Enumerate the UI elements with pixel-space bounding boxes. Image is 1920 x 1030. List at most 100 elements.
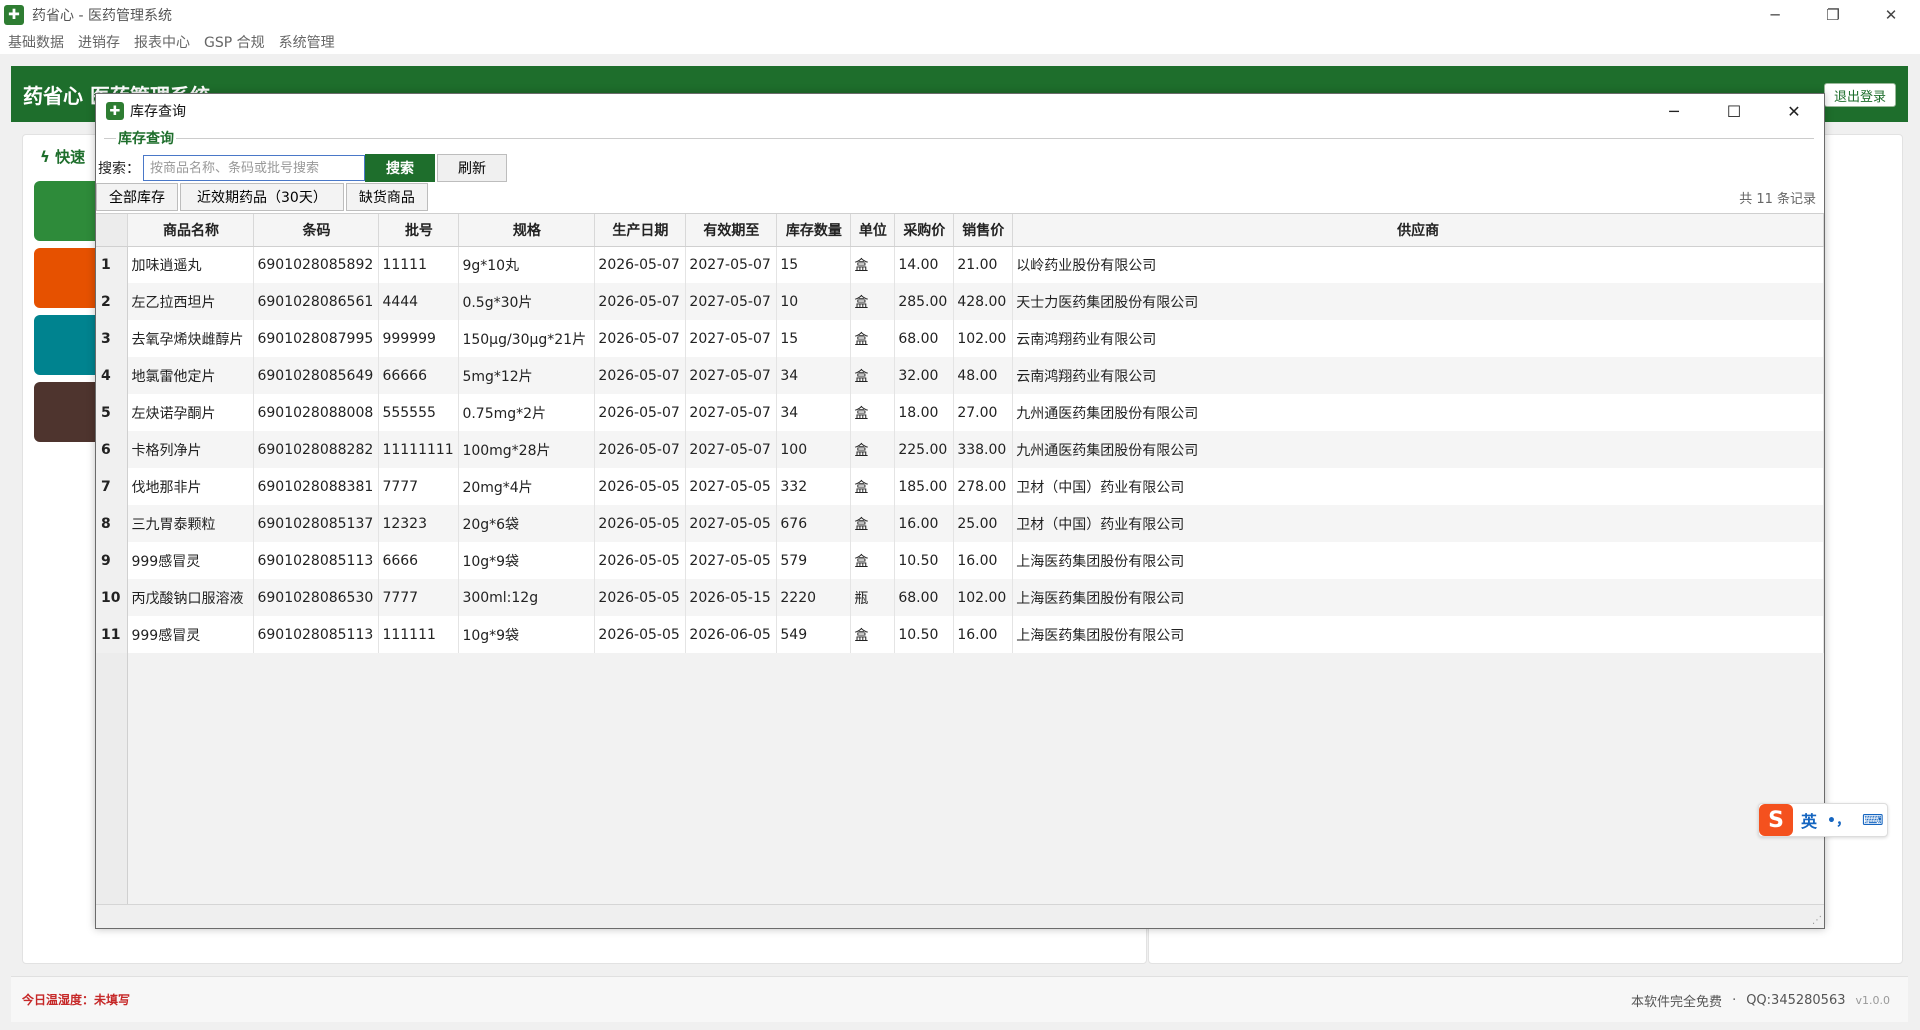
quick-actions-label: ϟ 快速 [40, 148, 86, 166]
cell-quantity: 2220 [776, 579, 852, 616]
menu-item-reports[interactable]: 报表中心 [134, 32, 190, 52]
col-header-purchase-price[interactable]: 采购价 [894, 214, 955, 247]
menu-item-system[interactable]: 系统管理 [279, 32, 335, 52]
close-icon[interactable]: ✕ [1862, 0, 1920, 30]
window-title-bar: ✚ 药省心 - 医药管理系统 ─ ❐ ✕ [0, 0, 1920, 30]
refresh-button[interactable]: 刷新 [437, 154, 507, 182]
col-header-unit[interactable]: 单位 [850, 214, 896, 247]
menu-item-gsp[interactable]: GSP 合规 [204, 32, 265, 52]
quick-tile-4[interactable] [34, 382, 104, 442]
cell-batch: 7777 [378, 468, 460, 505]
cell-supplier: 卫材（中国）药业有限公司 [1012, 468, 1824, 505]
cell-expiry: 2026-05-15 [685, 579, 778, 616]
cell-spec: 300ml:12g [458, 579, 596, 616]
cell-sale-price: 48.00 [953, 357, 1014, 394]
table-row[interactable]: 11 999感冒灵 6901028085113 111111 10g*9袋 2026-05… [96, 616, 1824, 653]
maximize-icon[interactable]: ☐ [1704, 94, 1764, 128]
plus-cross-icon: ✚ [4, 5, 24, 25]
cell-quantity: 34 [776, 357, 852, 394]
cell-sale-price: 27.00 [953, 394, 1014, 431]
table-row[interactable]: 7 伐地那非片 6901028088381 7777 20mg*4片 2026-05-05… [96, 468, 1824, 505]
cell-barcode: 6901028086530 [253, 579, 380, 616]
cell-production-date: 2026-05-07 [594, 283, 687, 320]
cell-purchase-price: 10.50 [894, 616, 955, 653]
table-row[interactable]: 6 卡格列净片 6901028088282 11111111 100mg*28片 2026… [96, 431, 1824, 468]
ime-punct-toggle[interactable]: •， [1827, 810, 1850, 830]
tab-all-stock[interactable]: 全部库存 [96, 183, 178, 211]
cell-sale-price: 102.00 [953, 320, 1014, 357]
cell-quantity: 15 [776, 320, 852, 357]
cell-unit: 盒 [850, 246, 896, 283]
cell-sale-price: 16.00 [953, 616, 1014, 653]
search-button[interactable]: 搜索 [365, 154, 435, 182]
logout-button[interactable]: 退出登录 [1824, 83, 1896, 107]
dialog-status-bar: ⋰ [96, 904, 1824, 928]
ime-toolbar[interactable]: S 英 •， ⌨ [1758, 803, 1888, 837]
col-header-name[interactable]: 商品名称 [127, 214, 255, 247]
table-row[interactable]: 10 丙戊酸钠口服溶液 6901028086530 7777 300ml:12g 2026… [96, 579, 1824, 616]
minimize-icon[interactable]: ─ [1746, 0, 1804, 30]
quick-tile-3[interactable] [34, 315, 104, 375]
cell-name: 丙戊酸钠口服溶液 [127, 579, 255, 616]
cell-sale-price: 102.00 [953, 579, 1014, 616]
restore-icon[interactable]: ❐ [1804, 0, 1862, 30]
tab-out-of-stock[interactable]: 缺货商品 [345, 183, 428, 211]
cell-spec: 10g*9袋 [458, 616, 596, 653]
menu-bar: 基础数据 进销存 报表中心 GSP 合规 系统管理 [0, 30, 1920, 54]
cell-purchase-price: 68.00 [894, 320, 955, 357]
dialog-title-bar: ✚ 库存查询 ─ ☐ ✕ [96, 94, 1824, 128]
close-icon[interactable]: ✕ [1764, 94, 1824, 128]
cell-expiry: 2027-05-05 [685, 542, 778, 579]
cell-batch: 999999 [378, 320, 460, 357]
cell-expiry: 2027-05-07 [685, 246, 778, 283]
cell-supplier: 云南鸿翔药业有限公司 [1012, 320, 1824, 357]
status-footer: 今日温湿度：未填写 本软件完全免费 · QQ:345280563 v1.0.0 [11, 976, 1908, 1022]
col-header-production-date[interactable]: 生产日期 [594, 214, 687, 247]
keyboard-icon[interactable]: ⌨ [1862, 811, 1884, 829]
row-index: 9 [96, 542, 129, 579]
cell-expiry: 2027-05-07 [685, 431, 778, 468]
cell-name: 999感冒灵 [127, 616, 255, 653]
row-index: 5 [96, 394, 129, 431]
table-row[interactable]: 4 地氯雷他定片 6901028085649 66666 5mg*12片 2026-05-… [96, 357, 1824, 394]
cell-batch: 111111 [378, 616, 460, 653]
cell-spec: 0.5g*30片 [458, 283, 596, 320]
col-header-sale-price[interactable]: 销售价 [953, 214, 1014, 247]
row-index: 2 [96, 283, 129, 320]
row-index: 6 [96, 431, 129, 468]
cell-spec: 100mg*28片 [458, 431, 596, 468]
quick-tile-1[interactable] [34, 181, 104, 241]
tab-near-expiry[interactable]: 近效期药品（30天） [180, 183, 344, 211]
table-row[interactable]: 1 加味逍遥丸 6901028085892 11111 9g*10丸 2026-05-07… [96, 246, 1824, 283]
quick-tile-2[interactable] [34, 248, 104, 308]
cell-unit: 盒 [850, 394, 896, 431]
table-row[interactable]: 5 左炔诺孕酮片 6901028088008 555555 0.75mg*2片 2026-… [96, 394, 1824, 431]
search-input[interactable] [143, 155, 365, 181]
col-header-spec[interactable]: 规格 [458, 214, 596, 247]
menu-item-basic-data[interactable]: 基础数据 [8, 32, 64, 52]
cell-purchase-price: 225.00 [894, 431, 955, 468]
resize-grip-icon[interactable]: ⋰ [1812, 915, 1822, 926]
cell-production-date: 2026-05-05 [594, 468, 687, 505]
table-row[interactable]: 8 三九胃泰颗粒 6901028085137 12323 20g*6袋 2026-05-0… [96, 505, 1824, 542]
cell-purchase-price: 16.00 [894, 505, 955, 542]
cell-unit: 盒 [850, 505, 896, 542]
menu-item-inventory[interactable]: 进销存 [78, 32, 120, 52]
col-header-barcode[interactable]: 条码 [253, 214, 380, 247]
search-row: 搜索： 搜索 刷新 [96, 154, 507, 182]
col-header-expiry[interactable]: 有效期至 [685, 214, 778, 247]
minimize-icon[interactable]: ─ [1644, 94, 1704, 128]
col-header-batch[interactable]: 批号 [378, 214, 460, 247]
free-notice: 本软件完全免费 [1631, 995, 1723, 1010]
cell-purchase-price: 185.00 [894, 468, 955, 505]
ime-language-toggle[interactable]: 英 [1801, 808, 1817, 832]
col-header-quantity[interactable]: 库存数量 [776, 214, 852, 247]
col-header-supplier[interactable]: 供应商 [1012, 214, 1824, 247]
table-row[interactable]: 3 去氧孕烯炔雌醇片 6901028087995 999999 150μg/30μg*2… [96, 320, 1824, 357]
cell-purchase-price: 68.00 [894, 579, 955, 616]
table-row[interactable]: 2 左乙拉西坦片 6901028086561 4444 0.5g*30片 2026-05-… [96, 283, 1824, 320]
cell-barcode: 6901028085113 [253, 616, 380, 653]
ime-logo-icon[interactable]: S [1759, 804, 1793, 836]
table-row[interactable]: 9 999感冒灵 6901028085113 6666 10g*9袋 2026-05-05… [96, 542, 1824, 579]
cell-unit: 盒 [850, 283, 896, 320]
